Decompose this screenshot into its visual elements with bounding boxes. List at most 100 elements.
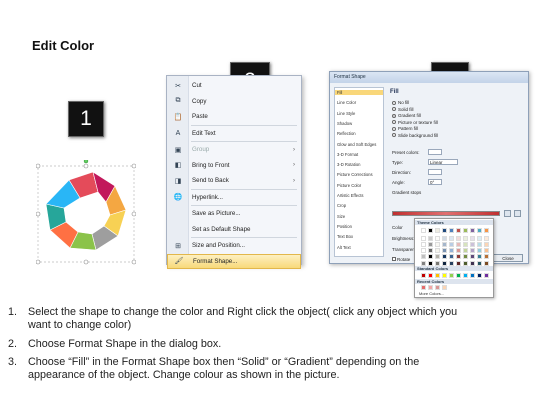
gradient-stops-bar[interactable]: [392, 211, 500, 216]
color-swatch[interactable]: [477, 228, 482, 233]
color-swatch[interactable]: [470, 273, 475, 278]
color-swatch[interactable]: [456, 254, 461, 260]
direction-dropdown[interactable]: [428, 169, 442, 175]
nav-item-reflection[interactable]: Reflection: [337, 131, 356, 136]
nav-item-shadow[interactable]: Shadow: [337, 121, 352, 126]
color-swatch[interactable]: [421, 248, 426, 254]
color-swatch[interactable]: [449, 248, 454, 254]
color-swatch[interactable]: [463, 241, 468, 247]
color-swatch[interactable]: [442, 273, 447, 278]
color-swatch[interactable]: [442, 254, 447, 260]
color-swatch[interactable]: [435, 235, 440, 241]
color-swatch[interactable]: [435, 260, 440, 266]
nav-item-size[interactable]: Size: [337, 214, 345, 219]
color-swatch[interactable]: [477, 273, 482, 278]
color-swatch[interactable]: [470, 228, 475, 233]
color-swatch[interactable]: [421, 285, 426, 290]
color-swatch[interactable]: [477, 260, 482, 266]
fill-option-picture-or-texture-fill[interactable]: Picture or texture fill: [392, 120, 438, 125]
rotate-checkbox[interactable]: Rotate: [392, 257, 410, 262]
color-swatch[interactable]: [449, 241, 454, 247]
color-swatch[interactable]: [428, 260, 433, 266]
color-swatch[interactable]: [463, 260, 468, 266]
fill-option-solid-fill[interactable]: Solid fill: [392, 107, 414, 112]
menu-item-size-and-position[interactable]: ⊞ Size and Position...: [167, 238, 301, 253]
nav-item-glow-and-soft-edges[interactable]: Glow and Soft Edges: [337, 142, 376, 147]
fill-option-no-fill[interactable]: No fill: [392, 100, 409, 105]
preset-dropdown[interactable]: [428, 149, 442, 155]
color-swatch[interactable]: [456, 241, 461, 247]
color-swatch[interactable]: [449, 254, 454, 260]
more-colors-link[interactable]: More Colors...: [419, 291, 444, 296]
color-swatch[interactable]: [463, 228, 468, 233]
color-swatch[interactable]: [484, 254, 489, 260]
color-swatch[interactable]: [421, 235, 426, 241]
menu-item-group[interactable]: ▣ Group ›: [167, 142, 301, 157]
color-swatch[interactable]: [449, 273, 454, 278]
color-swatch[interactable]: [484, 248, 489, 254]
type-dropdown[interactable]: Linear: [428, 159, 458, 165]
color-swatch[interactable]: [421, 228, 426, 233]
color-swatch[interactable]: [456, 228, 461, 233]
menu-item-edit-text[interactable]: A Edit Text: [167, 126, 301, 141]
color-swatch[interactable]: [484, 235, 489, 241]
nav-item-fill[interactable]: Fill: [335, 90, 383, 95]
nav-item-3-d-format[interactable]: 3-D Format: [337, 152, 358, 157]
menu-item-bring-to-front[interactable]: ◧ Bring to Front ›: [167, 158, 301, 173]
color-swatch[interactable]: [428, 241, 433, 247]
add-stop-button[interactable]: [504, 210, 511, 217]
color-swatch[interactable]: [421, 260, 426, 266]
fill-option-pattern-fill[interactable]: Pattern fill: [392, 126, 418, 131]
color-swatch[interactable]: [428, 273, 433, 278]
menu-item-send-to-back[interactable]: ◨ Send to Back ›: [167, 173, 301, 188]
color-swatch[interactable]: [421, 254, 426, 260]
nav-item-line-color[interactable]: Line Color: [337, 100, 356, 105]
color-swatch[interactable]: [484, 260, 489, 266]
color-swatch[interactable]: [484, 241, 489, 247]
color-swatch[interactable]: [484, 228, 489, 233]
menu-item-set-as-default-shape[interactable]: Set as Default Shape: [167, 222, 301, 237]
color-swatch[interactable]: [463, 248, 468, 254]
color-swatch[interactable]: [421, 241, 426, 247]
nav-item-picture-color[interactable]: Picture Color: [337, 183, 361, 188]
color-swatch[interactable]: [470, 235, 475, 241]
close-button[interactable]: Close: [493, 254, 523, 262]
color-swatch[interactable]: [421, 273, 426, 278]
nav-item-alt-text[interactable]: Alt Text: [337, 245, 351, 250]
menu-item-cut[interactable]: ✂ Cut: [167, 78, 301, 93]
color-swatch[interactable]: [449, 235, 454, 241]
color-swatch[interactable]: [442, 241, 447, 247]
color-swatch[interactable]: [456, 235, 461, 241]
color-swatch[interactable]: [435, 228, 440, 233]
remove-stop-button[interactable]: [514, 210, 521, 217]
color-swatch[interactable]: [428, 235, 433, 241]
color-swatch[interactable]: [442, 248, 447, 254]
color-swatch[interactable]: [428, 254, 433, 260]
color-swatch[interactable]: [477, 248, 482, 254]
nav-item-artistic-effects[interactable]: Artistic Effects: [337, 193, 363, 198]
menu-item-hyperlink[interactable]: 🌐 Hyperlink...: [167, 190, 301, 205]
fill-option-slide-background-fill[interactable]: Slide background fill: [392, 133, 438, 138]
menu-item-save-as-picture[interactable]: Save as Picture...: [167, 206, 301, 221]
color-swatch[interactable]: [470, 260, 475, 266]
nav-item-3-d-rotation[interactable]: 3-D Rotation: [337, 162, 361, 167]
color-swatch[interactable]: [484, 273, 489, 278]
color-swatch[interactable]: [477, 235, 482, 241]
color-swatch[interactable]: [435, 285, 440, 290]
color-swatch[interactable]: [477, 254, 482, 260]
nav-item-position[interactable]: Position: [337, 224, 352, 229]
color-swatch[interactable]: [442, 228, 447, 233]
color-swatch[interactable]: [470, 241, 475, 247]
nav-item-crop[interactable]: Crop: [337, 203, 346, 208]
color-swatch[interactable]: [435, 241, 440, 247]
color-swatch[interactable]: [463, 273, 468, 278]
menu-item-paste[interactable]: 📋 Paste: [167, 109, 301, 124]
menu-item-format-shape[interactable]: 🖌 Format Shape...: [167, 253, 301, 269]
color-swatch[interactable]: [449, 260, 454, 266]
color-swatch[interactable]: [456, 273, 461, 278]
nav-item-text-box[interactable]: Text Box: [337, 234, 353, 239]
color-swatch[interactable]: [428, 228, 433, 233]
color-swatch[interactable]: [428, 285, 433, 290]
color-swatch[interactable]: [435, 248, 440, 254]
color-swatch[interactable]: [456, 248, 461, 254]
